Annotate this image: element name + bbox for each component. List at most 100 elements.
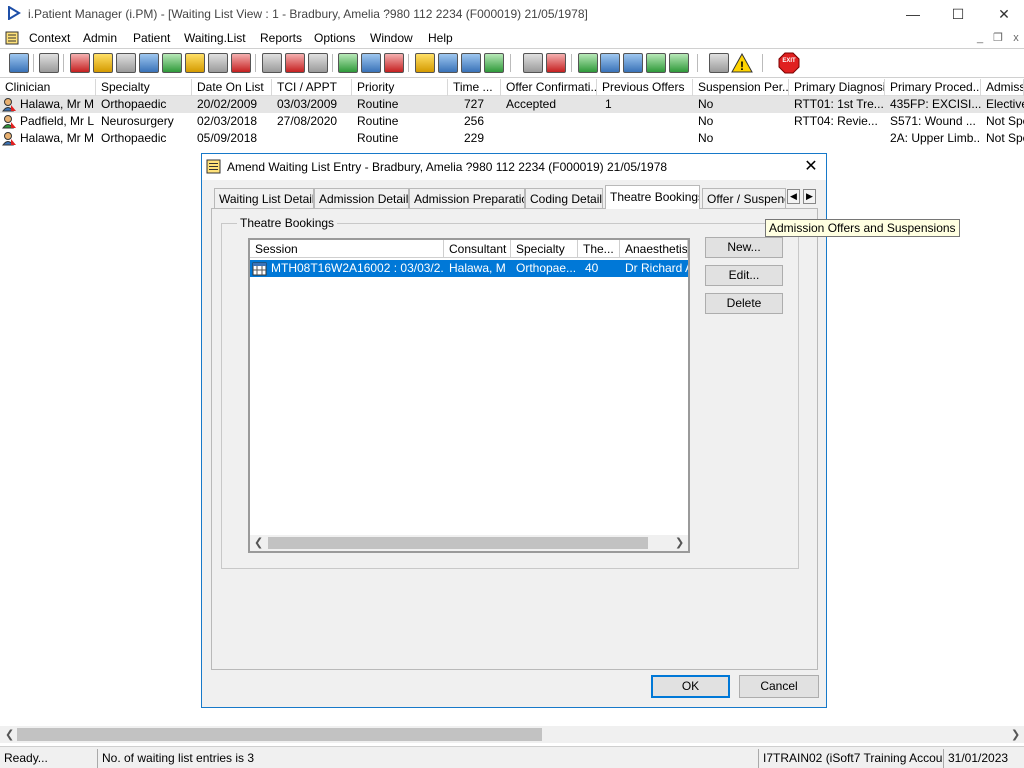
previous-offers-cell [597,130,693,147]
cancel-button[interactable]: Cancel [739,675,819,698]
column-header-tci-appt[interactable]: TCI / APPT [272,79,352,96]
mdi-minimize-button[interactable]: _ [972,30,988,46]
notes-icon[interactable] [185,53,205,73]
scrollbar-thumb[interactable] [17,728,542,741]
anaesthetist-cell: Dr Richard A [625,261,688,275]
grid-horizontal-scrollbar[interactable]: ❮ ❯ [250,535,688,551]
bed-icon[interactable] [484,53,504,73]
tab-theatre-bookings[interactable]: Theatre Bookings [605,185,700,209]
bar-chart-icon[interactable] [546,53,566,73]
scroll-left-icon[interactable]: ❮ [254,536,263,549]
green-arrow-icon[interactable] [646,53,666,73]
date-on-list-cell: 02/03/2018 [197,114,258,128]
mdi-close-button[interactable]: x [1008,30,1024,46]
scrollbar-thumb[interactable] [268,537,648,549]
menu-waiting-list[interactable]: Waiting.List [184,31,246,45]
priority-cell: Routine [357,114,399,128]
menu-patient[interactable]: Patient [133,31,170,45]
edit-button[interactable]: Edit... [705,265,783,286]
maximize-button[interactable]: ☐ [944,4,972,24]
time-cell: 256 [463,114,484,128]
transfer-icon[interactable] [208,53,228,73]
tab-offer-suspend[interactable]: Offer / Suspend [702,188,786,208]
report-icon[interactable] [415,53,435,73]
column-header-time[interactable]: Time ... [448,79,501,96]
swap-icon[interactable] [709,53,729,73]
m-letter-icon[interactable] [139,53,159,73]
grid-header-anaesthetist[interactable]: Anaesthetist [620,240,688,258]
dialog-close-button[interactable]: ✕ [800,156,822,178]
message-icon[interactable] [600,53,620,73]
chart-icon[interactable] [338,53,358,73]
tab-admission-preparation[interactable]: Admission Preparation [409,188,525,208]
grid-header-specialty[interactable]: Specialty [511,240,578,258]
minimize-button[interactable]: — [899,4,927,24]
offer-confirmation-cell [501,130,597,147]
date-on-list-cell: 05/09/2018 [197,131,258,145]
list-header: Clinician Specialty Date On List TCI / A… [0,79,1024,96]
main-horizontal-scrollbar[interactable]: ❮ ❯ [0,726,1024,743]
mdi-restore-button[interactable]: ❐ [990,30,1006,46]
table-row[interactable]: Halawa, Mr M Orthopaedic 05/09/2018 Rout… [0,130,1024,147]
exit-label: EXIT [782,58,796,64]
grid-header-session[interactable]: Session [250,240,444,258]
menu-help[interactable]: Help [428,31,453,45]
edit-book-icon[interactable] [93,53,113,73]
printer-icon[interactable] [39,53,59,73]
tab-scroll-right-icon[interactable]: ▶ [803,189,816,204]
amend-waiting-list-dialog: Amend Waiting List Entry - Bradbury, Ame… [201,153,827,708]
column-header-priority[interactable]: Priority [352,79,448,96]
ok-button[interactable]: OK [651,675,730,698]
doctor-icon[interactable] [162,53,182,73]
clock-icon[interactable] [285,53,305,73]
toolbar-separator [33,54,34,72]
tab-waiting-list-details[interactable]: Waiting List Details [214,188,314,208]
document-icon[interactable] [5,31,19,45]
theatre-booking-row[interactable]: MTH08T16W2A16002 : 03/03/2... Halawa, M … [250,260,688,277]
scroll-right-icon[interactable]: ❯ [1011,728,1020,741]
warning-icon[interactable]: ! [731,52,753,73]
new-button[interactable]: New... [705,237,783,258]
table-row[interactable]: Padfield, Mr L Neurosurgery 02/03/2018 2… [0,113,1024,130]
red-book-icon[interactable] [70,53,90,73]
monitor-icon[interactable] [308,53,328,73]
delete-button[interactable]: Delete [705,293,783,314]
scroll-right-icon[interactable]: ❯ [675,536,684,549]
green-check-icon[interactable] [669,53,689,73]
flag-icon[interactable] [231,53,251,73]
column-header-primary-diagnosis[interactable]: Primary Diagnosis [789,79,885,96]
exit-icon[interactable]: EXIT [778,52,800,74]
column-header-primary-procedure[interactable]: Primary Proced... [885,79,981,96]
tab-scroll-left-icon[interactable]: ◀ [787,189,800,204]
calendar-icon[interactable] [438,53,458,73]
grid-header-theatre[interactable]: The... [578,240,620,258]
column-header-clinician[interactable]: Clinician [0,79,96,96]
menu-options[interactable]: Options [314,31,355,45]
cancel-icon[interactable] [262,53,282,73]
theatre-cell: 40 [585,261,599,275]
column-header-suspension-period[interactable]: Suspension Per... [693,79,789,96]
list-icon[interactable] [116,53,136,73]
column-header-specialty[interactable]: Specialty [96,79,192,96]
person-search-icon[interactable] [9,53,29,73]
menu-admin[interactable]: Admin [83,31,117,45]
page-icon[interactable] [523,53,543,73]
column-header-admission[interactable]: Admissi [981,79,1024,96]
form-icon[interactable] [361,53,381,73]
grid-header-consultant[interactable]: Consultant [444,240,511,258]
tab-coding-details[interactable]: Coding Details [525,188,603,208]
ambulance-icon[interactable] [461,53,481,73]
column-header-previous-offers[interactable]: Previous Offers [597,79,693,96]
target-icon[interactable] [384,53,404,73]
column-header-date-on-list[interactable]: Date On List [192,79,272,96]
menu-window[interactable]: Window [370,31,413,45]
table-row[interactable]: Halawa, Mr M Orthopaedic 20/02/2009 03/0… [0,96,1024,113]
close-button[interactable]: ✕ [990,4,1018,24]
tab-admission-details[interactable]: Admission Details [314,188,409,208]
menu-reports[interactable]: Reports [260,31,302,45]
scroll-left-icon[interactable]: ❮ [5,728,14,741]
column-header-offer-confirmation[interactable]: Offer Confirmati... [501,79,597,96]
menu-context[interactable]: Context [29,31,70,45]
globe-icon[interactable] [578,53,598,73]
check-message-icon[interactable] [623,53,643,73]
